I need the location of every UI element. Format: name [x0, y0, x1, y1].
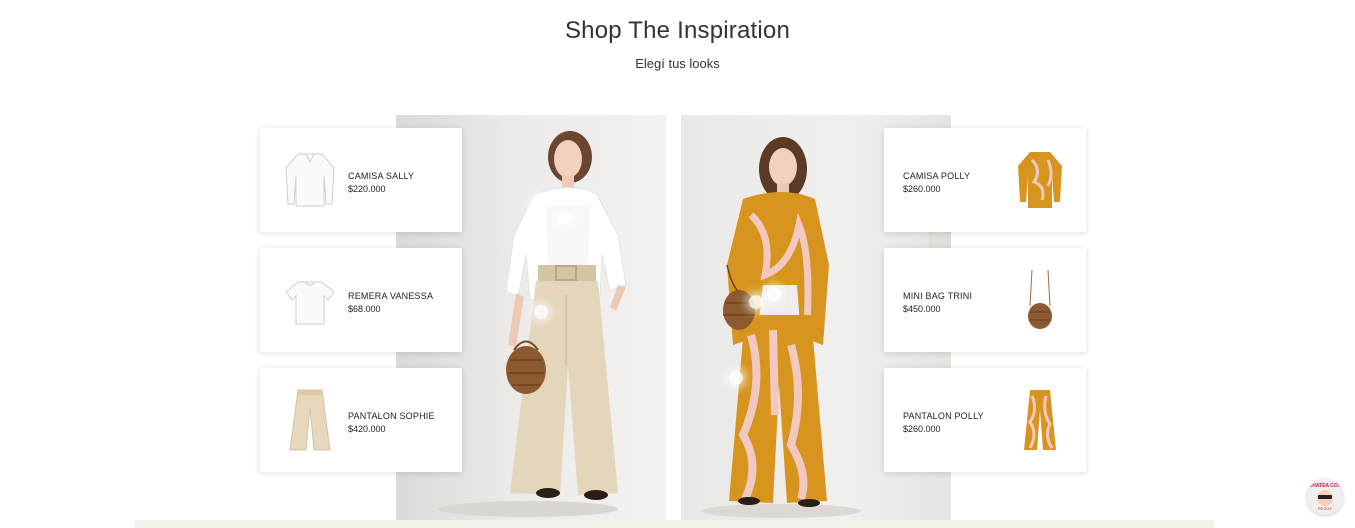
product-price: $450.000	[903, 304, 941, 314]
brown-bag-icon	[1028, 269, 1052, 329]
product-card-remera-vanessa[interactable]: REMERA VANESSA $68.000	[260, 248, 462, 352]
product-price: $68.000	[348, 304, 381, 314]
hotspot-pants[interactable]	[534, 305, 548, 319]
hotspot-tshirt[interactable]	[558, 211, 572, 225]
product-name: CAMISA POLLY	[903, 171, 971, 181]
product-card-mini-bag-trini[interactable]: MINI BAG TRINI $450.000	[884, 248, 1086, 352]
product-card-camisa-polly[interactable]: CAMISA POLLY $260.000	[884, 128, 1086, 232]
product-name: REMERA VANESSA	[348, 291, 434, 301]
section-subtitle: Elegí tus looks	[635, 56, 720, 71]
product-name: PANTALON POLLY	[903, 411, 984, 421]
section-title: Shop The Inspiration	[564, 17, 791, 44]
white-shirt-icon	[285, 153, 335, 207]
hotspot-printed-shirt[interactable]	[767, 287, 781, 301]
product-name: CAMISA SALLY	[348, 171, 415, 181]
hotspot-bag[interactable]	[749, 295, 763, 309]
printed-shirt-icon	[1018, 152, 1062, 208]
hotspot-shirt[interactable]	[531, 198, 545, 212]
chat-widget-button[interactable]: CHATEA CON PEGGY	[1307, 479, 1343, 515]
product-card-pantalon-sophie[interactable]: PANTALON SOPHIE $420.000	[260, 368, 462, 472]
product-name: MINI BAG TRINI	[903, 291, 973, 301]
product-price: $420.000	[348, 424, 386, 434]
beige-pants-icon	[289, 389, 331, 451]
product-price: $260.000	[903, 424, 941, 434]
product-name: PANTALON SOPHIE	[348, 411, 435, 421]
product-price: $220.000	[348, 184, 386, 194]
printed-pants-icon	[1024, 390, 1056, 450]
hotspot-printed-pants[interactable]	[729, 371, 743, 385]
footer-strip	[135, 520, 1214, 528]
product-card-camisa-sally[interactable]: CAMISA SALLY $220.000	[260, 128, 462, 232]
product-card-pantalon-polly[interactable]: PANTALON POLLY $260.000	[884, 368, 1086, 472]
product-price: $260.000	[903, 184, 941, 194]
chat-label-bottom: PEGGY	[1317, 506, 1333, 511]
white-tshirt-icon	[285, 281, 335, 325]
